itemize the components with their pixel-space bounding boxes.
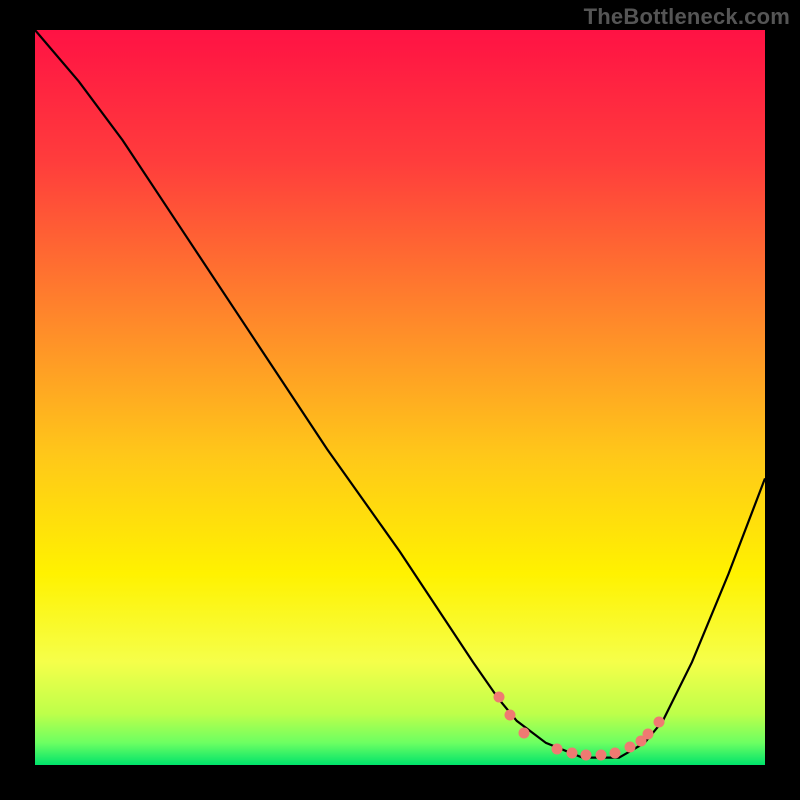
optimal-range-dot xyxy=(519,728,530,739)
optimal-range-dot xyxy=(566,748,577,759)
optimal-range-dot xyxy=(643,729,654,740)
optimal-range-dot xyxy=(610,748,621,759)
curve-layer xyxy=(35,30,765,765)
watermark-label: TheBottleneck.com xyxy=(584,4,790,30)
plot-area xyxy=(35,30,765,765)
bottleneck-curve xyxy=(35,30,765,758)
optimal-range-dot xyxy=(551,743,562,754)
optimal-range-dot xyxy=(504,710,515,721)
optimal-range-dot xyxy=(624,742,635,753)
chart-container: TheBottleneck.com xyxy=(0,0,800,800)
optimal-range-dot xyxy=(493,692,504,703)
optimal-range-dot xyxy=(654,717,665,728)
optimal-range-dot xyxy=(595,750,606,761)
optimal-range-dot xyxy=(581,750,592,761)
